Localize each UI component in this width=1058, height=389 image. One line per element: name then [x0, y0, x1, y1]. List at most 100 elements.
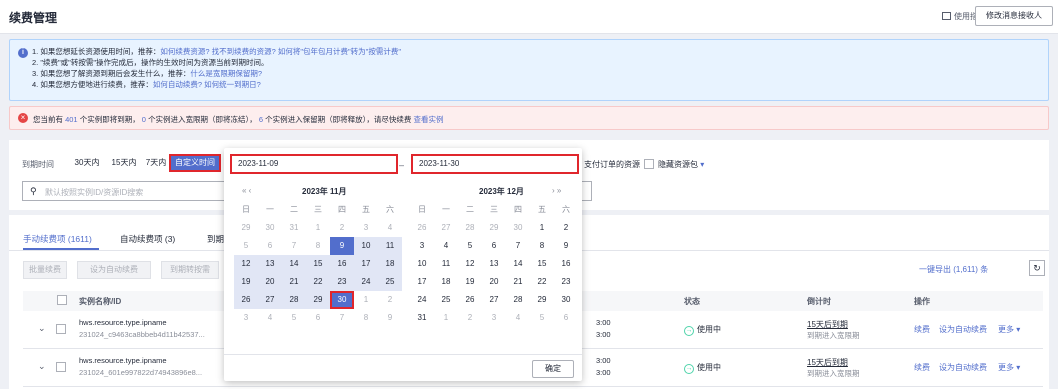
- calendar-day[interactable]: 4: [434, 237, 458, 255]
- calendar-day[interactable]: 4: [506, 309, 530, 327]
- calendar-day[interactable]: 8: [306, 237, 330, 255]
- set-auto-link[interactable]: 设为自动续费: [939, 362, 987, 373]
- export-link[interactable]: 一键导出 (1,611) 条: [919, 264, 988, 275]
- calendar-day[interactable]: 1: [306, 219, 330, 237]
- next-nav-icon[interactable]: › »: [552, 186, 561, 195]
- calendar-day[interactable]: 15: [306, 255, 330, 273]
- calendar-day[interactable]: 27: [482, 291, 506, 309]
- calendar-day[interactable]: 7: [506, 237, 530, 255]
- renew-link[interactable]: 续费: [914, 362, 930, 373]
- calendar-day[interactable]: 20: [258, 273, 282, 291]
- calendar-day[interactable]: 26: [410, 219, 434, 237]
- tab-due[interactable]: 到期: [207, 233, 224, 245]
- end-date-input[interactable]: 2023-11-30: [411, 154, 579, 174]
- calendar-day[interactable]: 30: [330, 291, 354, 309]
- calendar-day[interactable]: 23: [330, 273, 354, 291]
- filter-7-days[interactable]: 7天内: [143, 154, 169, 172]
- view-instances-link[interactable]: 查看实例: [414, 115, 444, 124]
- calendar-day[interactable]: 13: [482, 255, 506, 273]
- warn-count[interactable]: 6: [259, 115, 263, 124]
- calendar-day[interactable]: 18: [434, 273, 458, 291]
- calendar-day[interactable]: 6: [306, 309, 330, 327]
- info-link[interactable]: 如何自动续费? 如何统一到期日?: [153, 80, 261, 89]
- more-link[interactable]: 更多 ▾: [998, 324, 1020, 335]
- warn-count[interactable]: 401: [65, 115, 78, 124]
- refresh-icon[interactable]: ↻: [1029, 260, 1045, 276]
- calendar-day[interactable]: 24: [354, 273, 378, 291]
- calendar-day[interactable]: 25: [434, 291, 458, 309]
- calendar-day[interactable]: 31: [410, 309, 434, 327]
- expand-icon[interactable]: ⌄: [38, 323, 46, 334]
- warn-count[interactable]: 0: [142, 115, 146, 124]
- calendar-day[interactable]: 9: [378, 309, 402, 327]
- calendar-day[interactable]: 23: [554, 273, 578, 291]
- calendar-day[interactable]: 3: [354, 219, 378, 237]
- calendar-day[interactable]: 3: [410, 237, 434, 255]
- filter-custom-time[interactable]: 自定义时间: [169, 154, 221, 172]
- calendar-day[interactable]: 6: [482, 237, 506, 255]
- calendar-day[interactable]: 25: [378, 273, 402, 291]
- calendar-day[interactable]: 11: [434, 255, 458, 273]
- calendar-day[interactable]: 8: [354, 309, 378, 327]
- calendar-day[interactable]: 2: [378, 291, 402, 309]
- calendar-day[interactable]: 1: [530, 219, 554, 237]
- calendar-day[interactable]: 10: [354, 237, 378, 255]
- modify-receiver-button[interactable]: 修改消息接收人: [975, 6, 1053, 26]
- calendar-day[interactable]: 24: [410, 291, 434, 309]
- calendar-day[interactable]: 26: [458, 291, 482, 309]
- calendar-day[interactable]: 17: [410, 273, 434, 291]
- calendar-day[interactable]: 19: [234, 273, 258, 291]
- hide-package-checkbox[interactable]: [644, 159, 654, 169]
- renew-link[interactable]: 续费: [914, 324, 930, 335]
- chevron-down-icon[interactable]: ▾: [700, 160, 704, 169]
- calendar-day[interactable]: 2: [330, 219, 354, 237]
- calendar-day[interactable]: 20: [482, 273, 506, 291]
- calendar-day[interactable]: 30: [554, 291, 578, 309]
- calendar-day[interactable]: 27: [258, 291, 282, 309]
- calendar-day[interactable]: 31: [282, 219, 306, 237]
- calendar-day[interactable]: 14: [282, 255, 306, 273]
- tab-auto[interactable]: 自动续费项 (3): [120, 233, 175, 245]
- select-all-checkbox[interactable]: [57, 295, 67, 305]
- calendar-day[interactable]: 5: [458, 237, 482, 255]
- calendar-day[interactable]: 29: [234, 219, 258, 237]
- info-link[interactable]: 什么是宽限期保留期?: [190, 69, 262, 78]
- calendar-day[interactable]: 12: [458, 255, 482, 273]
- calendar-day[interactable]: 6: [258, 237, 282, 255]
- calendar-day[interactable]: 29: [306, 291, 330, 309]
- calendar-day[interactable]: 5: [234, 237, 258, 255]
- calendar-day[interactable]: 7: [330, 309, 354, 327]
- filter-15-days[interactable]: 15天内: [107, 154, 141, 172]
- calendar-day[interactable]: 28: [282, 291, 306, 309]
- calendar-day[interactable]: 3: [234, 309, 258, 327]
- calendar-day[interactable]: 15: [530, 255, 554, 273]
- calendar-day[interactable]: 16: [330, 255, 354, 273]
- row-checkbox[interactable]: [56, 362, 66, 372]
- calendar-day[interactable]: 22: [530, 273, 554, 291]
- calendar-day[interactable]: 12: [234, 255, 258, 273]
- start-date-input[interactable]: 2023-11-09: [230, 154, 398, 174]
- calendar-day[interactable]: 30: [258, 219, 282, 237]
- calendar-day[interactable]: 19: [458, 273, 482, 291]
- calendar-day[interactable]: 27: [434, 219, 458, 237]
- calendar-day[interactable]: 2: [458, 309, 482, 327]
- calendar-day[interactable]: 13: [258, 255, 282, 273]
- calendar-day[interactable]: 3: [482, 309, 506, 327]
- calendar-day[interactable]: 14: [506, 255, 530, 273]
- prev-nav-icon[interactable]: « ‹: [242, 186, 251, 195]
- calendar-day[interactable]: 5: [530, 309, 554, 327]
- calendar-day[interactable]: 28: [458, 219, 482, 237]
- filter-30-days[interactable]: 30天内: [69, 154, 105, 172]
- calendar-day[interactable]: 21: [282, 273, 306, 291]
- calendar-day[interactable]: 29: [530, 291, 554, 309]
- info-link[interactable]: 如何续费资源? 找不到续费的资源? 如何将"包年包月计费"转为"按需计费": [160, 47, 401, 56]
- calendar-day[interactable]: 16: [554, 255, 578, 273]
- expand-icon[interactable]: ⌄: [38, 361, 46, 372]
- calendar-day[interactable]: 29: [482, 219, 506, 237]
- calendar-day[interactable]: 22: [306, 273, 330, 291]
- tab-manual[interactable]: 手动续费项 (1611): [23, 233, 92, 245]
- row-checkbox[interactable]: [56, 324, 66, 334]
- calendar-day[interactable]: 6: [554, 309, 578, 327]
- calendar-day[interactable]: 7: [282, 237, 306, 255]
- calendar-day[interactable]: 4: [258, 309, 282, 327]
